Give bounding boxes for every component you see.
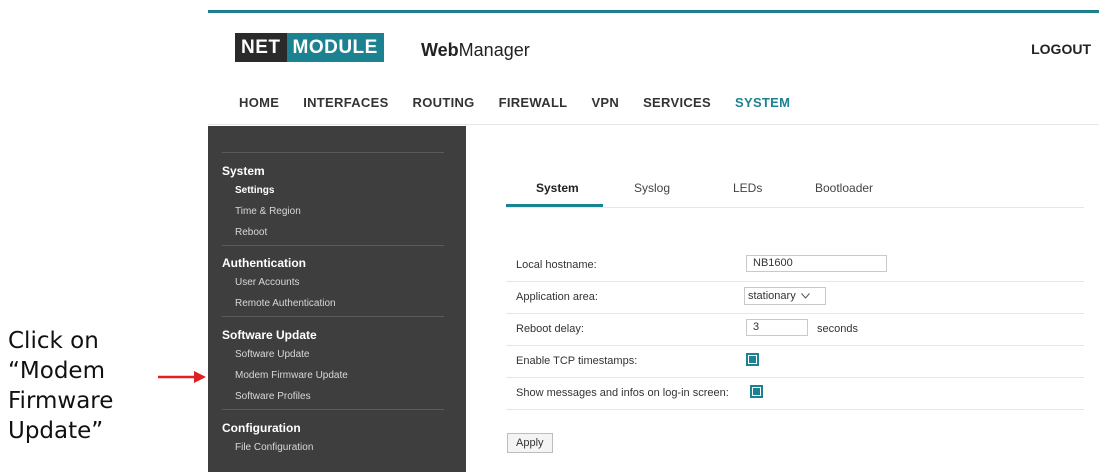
logout-link[interactable]: LOGOUT: [1031, 41, 1091, 57]
sidebar-item-time-region[interactable]: Time & Region: [222, 201, 444, 222]
app-title-rest: Manager: [458, 40, 530, 60]
application-area-value: stationary: [748, 290, 796, 302]
sidebar-group-configuration: Configuration File Configuration: [222, 419, 444, 458]
tab-bootloader[interactable]: Bootloader: [815, 181, 873, 195]
sidebar-divider: [222, 316, 444, 317]
tab-leds[interactable]: LEDs: [733, 181, 762, 195]
apply-button[interactable]: Apply: [507, 433, 553, 453]
nav-services[interactable]: SERVICES: [643, 95, 711, 110]
sidebar-item-file-configuration[interactable]: File Configuration: [222, 437, 444, 458]
system-settings-form: Local hostname: NB1600 Application area:…: [506, 250, 1084, 410]
main-nav: HOME INTERFACES ROUTING FIREWALL VPN SER…: [239, 95, 814, 110]
form-row-login-messages: Show messages and infos on log-in screen…: [506, 378, 1084, 410]
form-row-tcp-timestamps: Enable TCP timestamps:: [506, 346, 1084, 378]
sidebar-item-modem-firmware-update[interactable]: Modem Firmware Update: [222, 365, 444, 386]
sidebar-heading-system: System: [222, 164, 265, 178]
reboot-delay-input[interactable]: 3: [746, 319, 808, 336]
form-row-reboot-delay: Reboot delay: 3 seconds: [506, 314, 1084, 346]
netmodule-logo: NET MODULE: [235, 33, 384, 62]
active-tab-indicator: [506, 204, 603, 207]
nav-routing[interactable]: ROUTING: [413, 95, 475, 110]
red-arrow-icon: [158, 371, 206, 383]
nav-firewall[interactable]: FIREWALL: [499, 95, 568, 110]
top-accent-line: [208, 10, 1099, 13]
nav-vpn[interactable]: VPN: [591, 95, 619, 110]
tab-syslog[interactable]: Syslog: [634, 181, 670, 195]
sidebar-item-user-accounts[interactable]: User Accounts: [222, 272, 444, 293]
sidebar-item-software-update[interactable]: Software Update: [222, 344, 444, 365]
login-messages-checkbox[interactable]: [750, 385, 763, 398]
application-area-label: Application area:: [516, 291, 598, 303]
chevron-down-icon: [800, 293, 810, 299]
app-title-bold: Web: [421, 40, 459, 60]
sidebar-item-remote-authentication[interactable]: Remote Authentication: [222, 293, 444, 314]
sidebar-divider: [222, 152, 444, 153]
form-row-application-area: Application area: stationary: [506, 282, 1084, 314]
sidebar-item-settings[interactable]: Settings: [222, 180, 444, 201]
sidebar-item-reboot[interactable]: Reboot: [222, 222, 444, 243]
sidebar-group-system: System Settings Time & Region Reboot: [222, 162, 444, 243]
sidebar: System Settings Time & Region Reboot Aut…: [208, 126, 466, 472]
sidebar-heading-authentication: Authentication: [222, 256, 306, 270]
logo-net: NET: [235, 33, 287, 62]
tcp-timestamps-label: Enable TCP timestamps:: [516, 355, 638, 367]
tcp-timestamps-checkbox[interactable]: [746, 353, 759, 366]
instruction-annotation: Click on “Modem Firmware Update”: [8, 326, 188, 446]
tab-system[interactable]: System: [536, 181, 579, 195]
instruction-line: Firmware: [8, 388, 114, 414]
sidebar-group-authentication: Authentication User Accounts Remote Auth…: [222, 254, 444, 314]
instruction-line: Click on: [8, 328, 99, 354]
nav-system[interactable]: SYSTEM: [735, 95, 790, 110]
sidebar-heading-configuration: Configuration: [222, 421, 301, 435]
sidebar-divider: [222, 409, 444, 410]
login-messages-label: Show messages and infos on log-in screen…: [516, 387, 729, 399]
webmanager-frame: NET MODULE WebManager LOGOUT HOME INTERF…: [208, 0, 1099, 472]
form-row-hostname: Local hostname: NB1600: [506, 250, 1084, 282]
instruction-line: Update”: [8, 418, 104, 444]
sidebar-group-software-update: Software Update Software Update Modem Fi…: [222, 326, 444, 407]
nav-divider: [208, 124, 1099, 125]
logo-module: MODULE: [286, 33, 384, 62]
nav-home[interactable]: HOME: [239, 95, 279, 110]
hostname-label: Local hostname:: [516, 259, 597, 271]
sidebar-item-software-profiles[interactable]: Software Profiles: [222, 386, 444, 407]
reboot-delay-unit: seconds: [817, 323, 858, 335]
hostname-input[interactable]: NB1600: [746, 255, 887, 272]
reboot-delay-label: Reboot delay:: [516, 323, 584, 335]
nav-interfaces[interactable]: INTERFACES: [303, 95, 388, 110]
app-title: WebManager: [421, 40, 530, 61]
settings-tabs: System Syslog LEDs Bootloader: [506, 175, 1084, 208]
sidebar-heading-software-update: Software Update: [222, 328, 317, 342]
application-area-select[interactable]: stationary: [744, 287, 826, 305]
sidebar-divider: [222, 245, 444, 246]
